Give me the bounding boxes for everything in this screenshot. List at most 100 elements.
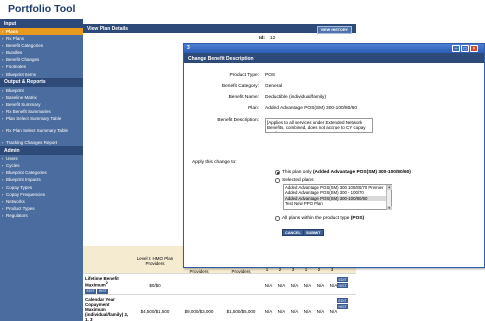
table-cell: N/A <box>303 283 312 288</box>
sidebar-item-bundles[interactable]: › Bundles <box>0 49 83 56</box>
sidebar-header-admin: Admin <box>0 146 83 156</box>
chevron-right-icon: › <box>2 128 4 134</box>
chevron-right-icon: › <box>2 71 4 77</box>
chevron-right-icon: › <box>2 156 4 162</box>
sidebar-item-label: Blueprint Items <box>6 71 37 77</box>
chevron-right-icon: › <box>2 170 4 176</box>
plan-select-list[interactable]: Added Advantage POS(SM) 300 100/80/70 Pr… <box>283 184 392 210</box>
table-cell: $0/$0 <box>149 283 161 288</box>
sidebar-item-cycles[interactable]: › Cycles <box>0 162 83 169</box>
minimize-icon[interactable]: – <box>452 44 460 52</box>
apply-label: Apply this change to: <box>192 160 237 165</box>
plan-list-scrollbar[interactable]: ▲ ▼ <box>386 185 392 210</box>
chevron-right-icon: › <box>2 50 4 56</box>
view-history-button[interactable]: VIEW HISTORY <box>316 25 352 34</box>
sidebar-item-blueprint[interactable]: › Blueprint <box>0 87 83 94</box>
sidebar-item-label: Benefit Summary <box>6 101 41 107</box>
plan-list-item[interactable]: Test New PPO Plan <box>284 201 387 206</box>
sidebar-item-benefit-categories[interactable]: › Benefit Categories <box>0 42 83 49</box>
sidebar-item-plans[interactable]: › Plans <box>0 28 83 36</box>
sidebar-item-label: Baseline Matrix <box>6 94 37 100</box>
cancel-button[interactable]: CANCEL <box>282 229 304 236</box>
sidebar-item-blueprint-items[interactable]: › Blueprint Items <box>0 71 83 78</box>
sidebar-item-label: Blueprint Categories <box>6 170 47 176</box>
sidebar-item-product-types[interactable]: › Product Types <box>0 205 83 212</box>
table-cell: $9,000/$3,000 <box>184 309 214 314</box>
sidebar-item-copay-types[interactable]: › Copay Types <box>0 184 83 191</box>
chevron-right-icon: › <box>2 64 4 70</box>
chevron-right-icon: › <box>2 140 4 146</box>
sidebar-item-benefit-summary[interactable]: › Benefit Summary <box>0 101 83 108</box>
sidebar-item-rx-benefit-summaries[interactable]: › Rx Benefit Summaries <box>0 108 83 115</box>
sidebar-item-baseline-matrix[interactable]: › Baseline Matrix <box>0 94 83 101</box>
row-edit-button[interactable]: EDIT <box>337 277 349 282</box>
sidebar-item-label: Plans <box>6 29 19 34</box>
table-cell: N/A <box>303 309 312 314</box>
chevron-right-icon: › <box>2 116 4 122</box>
row-edit-button[interactable]: EDIT <box>337 298 349 303</box>
this-plan-radio[interactable] <box>275 170 280 175</box>
submit-button[interactable]: SUBMIT <box>303 229 324 236</box>
chevron-right-icon: › <box>2 101 4 107</box>
sidebar-item-label: Footnotes <box>6 64 27 70</box>
sidebar-item-benefit-changes[interactable]: › Benefit Changes <box>0 56 83 63</box>
edit-button[interactable]: EDIT <box>85 288 97 294</box>
chevron-right-icon: › <box>2 184 4 190</box>
field-label: Benefit Description: <box>217 118 259 123</box>
view-plan-details-title: View Plan Details <box>87 26 129 32</box>
all-plans-radio[interactable] <box>275 216 280 221</box>
sidebar-item-label: Product Types <box>6 205 35 211</box>
sidebar: Input › Plans › Rx Plans › Benefit Categories… <box>0 19 83 321</box>
sidebar-item-label: Rx Plan Select Summary Table <box>6 128 68 134</box>
sidebar-item-plan-select-summary-table[interactable]: › Plan Select Summary Table <box>0 115 83 127</box>
sidebar-item-label: Regulators <box>6 212 28 218</box>
sidebar-item-users[interactable]: › Users <box>0 155 83 162</box>
field-label: Benefit Name: <box>228 95 259 100</box>
selected-plans-radio[interactable] <box>275 178 280 183</box>
row-label: Lifetime Benefit Maximum2 <box>85 276 119 288</box>
chevron-right-icon: › <box>2 212 4 218</box>
sidebar-item-blueprint-impacts[interactable]: › Blueprint Impacts <box>0 176 83 183</box>
row-history-button[interactable]: HIST <box>337 283 349 288</box>
chevron-right-icon: › <box>2 177 4 183</box>
sidebar-item-rx-plans[interactable]: › Rx Plans <box>0 35 83 42</box>
table-cell: N/A <box>290 283 299 288</box>
dialog-title: Change Benefit Description <box>184 53 484 63</box>
all-plans-option[interactable]: All plans within the product type (POS) <box>282 216 364 221</box>
sidebar-item-label: Benefit Changes <box>6 57 40 63</box>
sidebar-item-networks[interactable]: › Networks <box>0 198 83 205</box>
sidebar-item-regulators[interactable]: › Regulators <box>0 212 83 219</box>
sidebar-item-label: Copay Frequencies <box>6 191 46 197</box>
sidebar-header-output: Output & Reports <box>0 77 83 87</box>
detail-value: 12 <box>270 36 276 41</box>
scroll-down-icon[interactable]: ▼ <box>387 205 392 210</box>
sidebar-item-label: Tracking Changes Report <box>6 140 58 146</box>
this-plan-option[interactable]: This plan only (Added Advantage POS(SM) … <box>282 170 411 175</box>
sidebar-item-rx-plan-select-summary-table[interactable]: › Rx Plan Select Summary Table <box>0 127 83 139</box>
app-title: Portfolio Tool <box>0 0 485 18</box>
scroll-up-icon[interactable]: ▲ <box>387 185 392 190</box>
row-history-button[interactable]: HIST <box>337 304 349 309</box>
sidebar-item-label: Rx Benefit Summaries <box>6 108 51 114</box>
sidebar-item-label: Plan Select Summary Table <box>6 116 62 122</box>
history-button[interactable]: HIST <box>97 288 109 294</box>
sidebar-item-blueprint-categories[interactable]: › Blueprint Categories <box>0 169 83 176</box>
field-label: Product Type: <box>229 73 259 78</box>
sidebar-item-copay-frequencies[interactable]: › Copay Frequencies <box>0 191 83 198</box>
close-icon[interactable]: × <box>470 44 478 52</box>
chevron-right-icon: › <box>2 43 4 49</box>
table-cell: $4,500/$1,500 <box>140 309 170 314</box>
maximize-icon[interactable]: □ <box>461 44 469 52</box>
table-cell: N/A <box>264 283 273 288</box>
window-titlebar[interactable]: 3 – □ × <box>184 44 484 53</box>
chevron-right-icon: › <box>2 108 4 114</box>
benefit-description-textarea[interactable]: [Applies to all services under Extended … <box>265 118 373 133</box>
table-row: Lifetime Benefit Maximum2 EDIT HIST $0/$0… <box>83 273 356 294</box>
view-plan-details-header: View Plan Details VIEW HISTORY <box>83 24 356 34</box>
sidebar-item-label: Benefit Categories <box>6 43 44 49</box>
sidebar-item-tracking-changes-report[interactable]: › Tracking Changes Report <box>0 139 83 146</box>
chevron-right-icon: › <box>2 163 4 169</box>
sidebar-item-footnotes[interactable]: › Footnotes <box>0 63 83 70</box>
field-label: Benefit Category: <box>221 84 259 89</box>
selected-plans-option[interactable]: Selected plans <box>282 178 313 183</box>
